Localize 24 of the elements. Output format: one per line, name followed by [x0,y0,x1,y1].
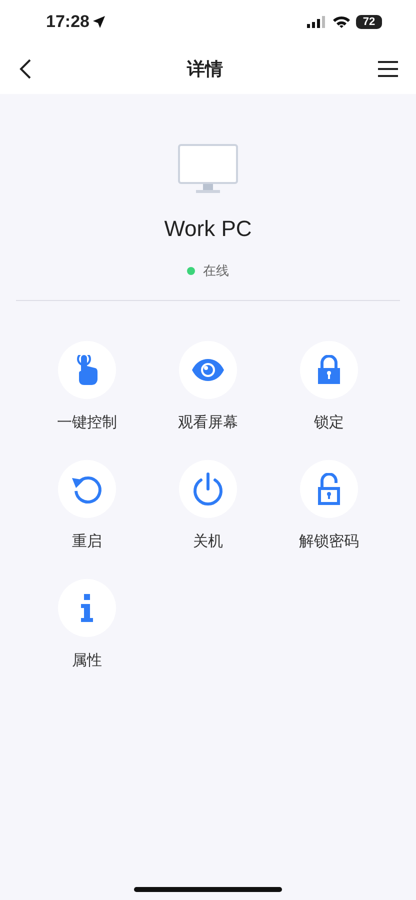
action-button[interactable]: 属性 [26,579,148,670]
action-button[interactable]: 一键控制 [26,341,148,432]
menu-button[interactable] [378,60,398,78]
clock-time: 17:28 [46,12,90,32]
info-icon [80,594,94,622]
wifi-icon [333,16,350,28]
device-name: Work PC [164,216,252,242]
lock-icon [317,355,341,385]
power-icon [192,472,224,506]
action-button[interactable]: 重启 [26,460,148,551]
battery-level: 72 [356,15,382,29]
eye-icon [191,358,225,382]
status-label: 在线 [203,262,229,280]
pointing-hand-icon [76,355,98,385]
action-button[interactable]: 观看屏幕 [148,341,268,432]
monitor-icon [178,144,238,194]
back-button[interactable] [18,58,32,80]
unlocked-lock-icon [317,473,341,505]
location-arrow-icon [93,16,106,28]
action-button[interactable]: 解锁密码 [268,460,390,551]
action-button[interactable]: 锁定 [268,341,390,432]
action-button[interactable]: 关机 [148,460,268,551]
page-title: 详情 [187,58,223,81]
signal-icon [307,16,327,28]
